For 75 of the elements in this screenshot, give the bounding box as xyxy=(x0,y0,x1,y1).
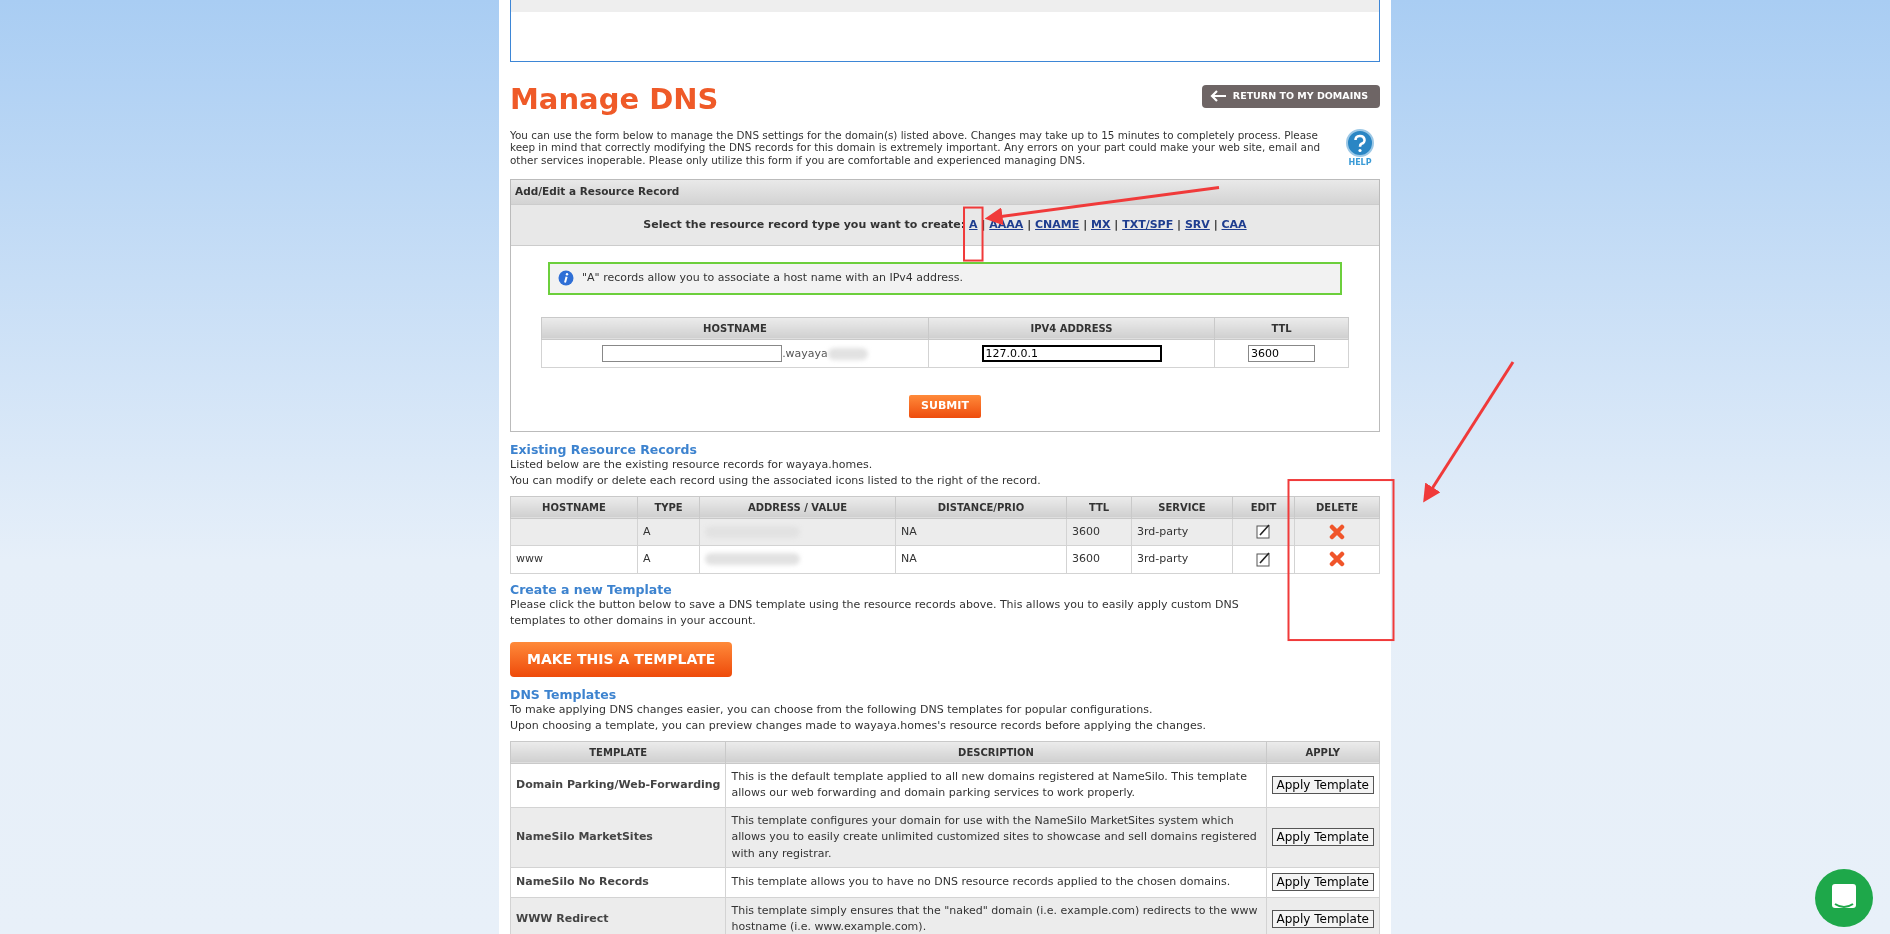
redacted-block xyxy=(827,347,868,360)
description-text: You can modify or delete each record using the associated icons listed to the right of the record. xyxy=(510,473,1042,490)
record-type-link[interactable]: TXT/SPF xyxy=(1122,217,1174,231)
template-name: Domain Parking/Web-Forwarding xyxy=(510,763,726,808)
domain-suffix: .wayaya xyxy=(782,346,828,360)
type-prompt: Select the resource record type you want to create: xyxy=(643,217,967,231)
table-cell: 3rd-party xyxy=(1131,518,1233,546)
info-text: "A" records allow you to associate a host name with an IPv4 address. xyxy=(582,270,963,287)
table-cell: A xyxy=(637,518,700,546)
template-description: This template configures your domain for use with the NameSilo MarketSites system which allows you to easily create unlimited customized sites to showcase and sell domains registered with any registrar. xyxy=(726,807,1267,868)
back-arrow-icon xyxy=(1209,90,1227,103)
info-icon xyxy=(558,270,574,287)
template-name: WWW Redirect xyxy=(510,897,726,934)
apply-template-button[interactable]: Apply Template xyxy=(1271,909,1374,928)
page-title: Manage DNS xyxy=(510,81,719,117)
table-cell: 3rd-party xyxy=(1131,545,1233,574)
delete-icon[interactable] xyxy=(1329,551,1345,568)
hostname-input[interactable] xyxy=(602,344,783,362)
edit-icon[interactable] xyxy=(1256,551,1271,567)
template-name: NameSilo MarketSites xyxy=(510,807,726,868)
table-cell: NA xyxy=(895,545,1067,574)
column-header: TTL xyxy=(1066,496,1132,519)
section-title: DNS Templates xyxy=(510,686,618,702)
table-cell: A xyxy=(637,545,700,574)
link-separator: | xyxy=(981,217,986,231)
link-separator: | xyxy=(1027,217,1032,231)
section-title: Create a new Template xyxy=(510,581,673,597)
record-type-link[interactable]: CNAME xyxy=(1035,217,1080,231)
column-header: DELETE xyxy=(1294,496,1380,519)
table-cell: 3600 xyxy=(1066,518,1132,546)
apply-template-button[interactable]: Apply Template xyxy=(1271,873,1374,892)
table-cell: NA xyxy=(895,518,1067,546)
edit-icon[interactable] xyxy=(1256,524,1271,540)
link-separator: | xyxy=(1177,217,1182,231)
column-header: SERVICE xyxy=(1131,496,1233,519)
intro-text: You can use the form below to manage the DNS settings for the domain(s) listed above. Changes may take up to 15 minutes to completely process. Please keep in mind that correctly modifying the DNS records for this domain is extremely important. Any errors on your part could make your web site, email and other services inoperable. Please only utilize this form if you are comfortable and experienced managing DNS. xyxy=(510,128,1322,167)
section-title: Existing Resource Records xyxy=(510,441,698,457)
description-text: Listed below are the existing resource records for wayaya.homes. xyxy=(510,457,874,473)
column-header: HOSTNAME xyxy=(541,317,929,340)
chat-button[interactable] xyxy=(1815,869,1873,927)
table-cell: 3600 xyxy=(1066,545,1132,574)
record-type-link[interactable]: SRV xyxy=(1184,217,1210,231)
annotation-box xyxy=(963,206,984,262)
template-description: This template simply ensures that the "naked" domain (i.e. example.com) redirects to the www hostname (i.e. www.example.com). xyxy=(726,897,1267,934)
link-separator: | xyxy=(1213,217,1218,231)
record-type-link[interactable]: MX xyxy=(1091,217,1111,231)
delete-icon[interactable] xyxy=(1329,523,1345,540)
template-description: This is the default template applied to all new domains registered at NameSilo. This template allows our web forwarding and domain parking services to work properly. xyxy=(726,763,1267,808)
description-text: Please click the button below to save a DNS template using the resource records above. This allows you to easily apply custom DNS templates to other domains in your account. xyxy=(510,597,1240,630)
link-separator: | xyxy=(1114,217,1119,231)
record-type-link[interactable]: CAA xyxy=(1221,217,1247,231)
ttl-input[interactable]: 3600 xyxy=(1248,344,1315,362)
column-header: DESCRIPTION xyxy=(726,741,1267,764)
column-header: TEMPLATE xyxy=(510,741,726,764)
column-header: IPV4 ADDRESS xyxy=(928,317,1215,340)
column-header: APPLY xyxy=(1266,741,1380,764)
description-text: Upon choosing a template, you can preview changes made to wayaya.homes's resource records before applying the changes. xyxy=(510,718,1207,735)
column-header: DISTANCE/PRIO xyxy=(895,496,1067,519)
panel-header: Add/Edit a Resource Record xyxy=(511,179,1379,204)
description-text: To make applying DNS changes easier, you can choose from the following DNS templates for popular configurations. xyxy=(510,702,1154,718)
column-header: EDIT xyxy=(1232,496,1295,519)
column-header: TTL xyxy=(1214,317,1349,340)
help-icon[interactable] xyxy=(1346,128,1374,157)
return-button[interactable]: RETURN TO MY DOMAINS xyxy=(1201,85,1380,108)
column-header: ADDRESS / VALUE xyxy=(699,496,896,519)
record-type-link[interactable]: A xyxy=(969,217,978,231)
template-name: NameSilo No Records xyxy=(510,867,726,898)
link-separator: | xyxy=(1083,217,1088,231)
column-header: TYPE xyxy=(637,496,700,519)
table-cell: www xyxy=(510,545,638,574)
template-description: This template allows you to have no DNS resource records applied to the chosen domains. xyxy=(726,867,1267,898)
apply-template-button[interactable]: Apply Template xyxy=(1271,775,1374,794)
address-input[interactable]: 127.0.0.1 xyxy=(981,344,1162,362)
column-header: HOSTNAME xyxy=(510,496,638,519)
apply-template-button[interactable]: Apply Template xyxy=(1271,828,1374,847)
